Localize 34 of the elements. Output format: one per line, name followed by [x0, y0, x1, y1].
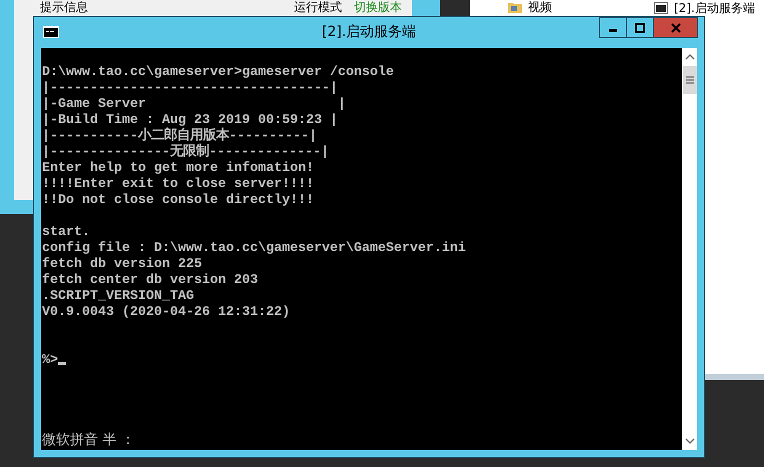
maximize-button[interactable] [626, 17, 654, 38]
command-prompt: %> [42, 353, 58, 368]
console-line: fetch center db version 203 [42, 273, 258, 288]
switch-version-link[interactable]: 切换版本 [354, 0, 402, 14]
maximize-icon [635, 22, 645, 32]
console-line: fetch db version 225 [42, 257, 202, 272]
console-line: |-Game Server | [42, 97, 346, 112]
console-line: D:\www.tao.cc\gameserver>gameserver /console [42, 65, 394, 80]
console-icon [43, 26, 59, 38]
close-icon [670, 22, 680, 32]
console-line: !!Do not close console directly!!! [42, 193, 314, 208]
console-line: V0.9.0043 (2020-04-26 12:31:22) [42, 305, 290, 320]
console-line: |-Build Time : Aug 23 2019 00:59:23 | [42, 113, 338, 128]
close-button[interactable] [653, 17, 698, 38]
console-line: Enter help to get more infomation! [42, 161, 314, 176]
console-line: config file : D:\www.tao.cc\gameserver\GameServer.ini [42, 241, 466, 256]
folder-icon [508, 1, 522, 13]
console-line: |-----------小二郎自用版本----------| [42, 129, 317, 144]
minimize-icon [609, 29, 617, 32]
window-title: [2].启动服务端 [322, 23, 416, 41]
ime-status: 微软拼音 半 ： [42, 431, 136, 450]
console-line: !!!!Enter exit to close server!!!! [42, 177, 314, 192]
console-line: |-----------------------------------| [42, 81, 338, 96]
text-cursor [58, 362, 66, 365]
explorer-item[interactable]: 视频 [528, 0, 552, 14]
explorer-item[interactable]: [2].启动服务端 [674, 1, 755, 15]
column-label: 运行模式 [294, 0, 342, 14]
minimize-button[interactable] [599, 17, 627, 38]
console-line: |---------------无限制--------------| [42, 145, 329, 160]
scrollbar[interactable] [682, 48, 697, 450]
column-label: 提示信息 [40, 0, 88, 14]
console-line: .SCRIPT_VERSION_TAG [42, 289, 194, 304]
scroll-thumb[interactable] [682, 66, 696, 94]
console-line: start. [42, 225, 90, 240]
